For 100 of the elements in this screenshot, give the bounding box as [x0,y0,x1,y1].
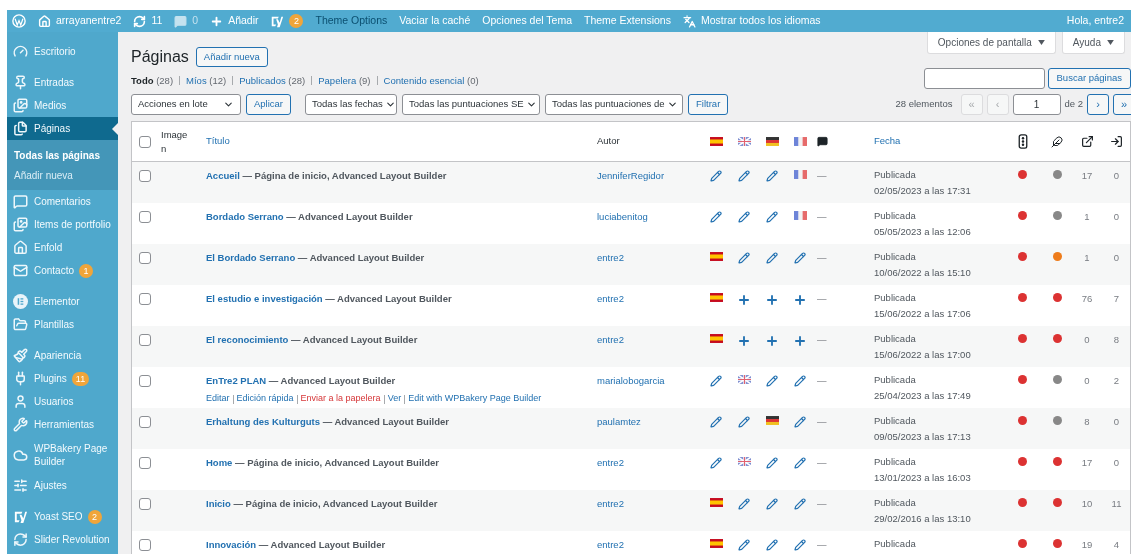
pencil-icon[interactable] [738,416,750,428]
pencil-icon[interactable] [766,457,778,469]
sidebar-item[interactable]: Items de portfolio [7,213,118,236]
toolbar-link[interactable]: Theme Options [315,13,388,29]
author-link[interactable]: entre2 [597,252,624,263]
pagination-button[interactable]: › [1087,94,1109,115]
checkbox[interactable] [139,375,151,387]
view-filter-link[interactable]: Míos (12) [186,73,227,88]
view-filter-link[interactable]: Contenido esencial (0) [383,73,479,88]
toolbar-link[interactable]: Vaciar la caché [399,13,471,29]
page-title-link[interactable]: EnTre2 PLAN [206,375,267,386]
checkbox[interactable] [139,539,151,551]
sidebar-item[interactable]: Apariencia [7,344,118,367]
submenu-item[interactable]: Todas las páginas [7,145,118,165]
pencil-icon[interactable] [738,170,750,182]
pencil-icon[interactable] [738,252,750,264]
pencil-icon[interactable] [794,498,806,510]
sidebar-item[interactable]: Páginas [7,117,118,140]
checkbox[interactable] [139,293,151,305]
sidebar-item[interactable]: Escritorio [7,40,118,63]
toolbar-item[interactable]: Añadir [210,13,259,29]
sidebar-item[interactable]: Comentarios [7,190,118,213]
page-number-field[interactable]: 1 [1012,94,1061,115]
sidebar-item[interactable]: Contacto 1 [7,259,118,282]
page-title-link[interactable]: El Bordado Serrano [206,252,296,263]
sidebar-item[interactable]: Plantillas [7,313,118,336]
pencil-icon[interactable] [766,170,778,182]
toolbar-link[interactable]: Theme Extensions [584,13,671,29]
plus-icon[interactable] [793,293,807,307]
row-action-link[interactable]: Edit with WPBakery Page Builder [408,392,542,406]
sidebar-item[interactable]: Enfold [7,236,118,259]
greeting[interactable]: Hola, entre2 [1066,13,1124,29]
row-action-link[interactable]: Edición rápida [236,392,294,406]
plus-icon[interactable] [765,293,779,307]
pencil-icon[interactable] [710,457,722,469]
checkbox[interactable] [139,135,151,148]
search-button[interactable]: Buscar páginas [1047,68,1131,89]
sidebar-item[interactable]: Slider Revolution [7,528,118,551]
author-link[interactable]: entre2 [597,498,624,509]
checkbox[interactable] [139,211,151,223]
sidebar-item[interactable]: Ajustes [7,474,118,497]
toolbar-item[interactable]: arrayanentre2 [38,13,122,29]
bulk-actions-select[interactable]: Acciones en lote [131,94,241,115]
checkbox[interactable] [139,334,151,346]
author-link[interactable]: entre2 [597,334,624,345]
checkbox[interactable] [139,252,151,264]
sidebar-item[interactable]: Medios [7,94,118,117]
checkbox[interactable] [139,498,151,510]
pencil-icon[interactable] [766,375,778,387]
author-link[interactable]: entre2 [597,539,624,550]
filter-select[interactable]: Todas las fechas [305,94,398,115]
pencil-icon[interactable] [794,416,806,428]
author-link[interactable]: entre2 [597,457,624,468]
page-title-link[interactable]: Bordado Serrano [206,211,284,222]
submenu-item[interactable]: Añadir nueva [7,165,118,185]
add-new-button[interactable]: Añadir nueva [195,47,268,67]
pencil-icon[interactable] [738,211,750,223]
page-title-link[interactable]: Erhaltung des Kulturguts [206,416,320,427]
pencil-icon[interactable] [766,211,778,223]
pencil-icon[interactable] [794,539,806,551]
pencil-icon[interactable] [738,539,750,551]
sidebar-item[interactable]: Entradas [7,71,118,94]
toolbar-item[interactable]: 11 [133,13,163,29]
pencil-icon[interactable] [794,375,806,387]
view-filter-link[interactable]: Papelera (9) [318,73,371,88]
row-action-link[interactable]: Enviar a la papelera [300,392,381,406]
filter-select[interactable]: Todas las puntuaciones de [545,94,684,115]
pencil-icon[interactable] [710,416,722,428]
plus-icon[interactable] [737,293,751,307]
view-filter-link[interactable]: Todo (28) [131,73,174,88]
checkbox[interactable] [139,457,151,469]
toolbar-link[interactable]: Opciones del Tema [482,13,572,29]
page-title-link[interactable]: Inicio [206,498,231,509]
filter-button[interactable]: Filtrar [688,94,729,115]
sidebar-item[interactable]: Yoast SEO 2 [7,505,118,528]
page-title-link[interactable]: El reconocimiento [206,334,289,345]
pencil-icon[interactable] [794,252,806,264]
pencil-icon[interactable] [738,498,750,510]
plus-icon[interactable] [765,334,779,348]
pencil-icon[interactable] [766,539,778,551]
apply-button[interactable]: Aplicar [246,94,292,115]
checkbox[interactable] [139,170,151,182]
sidebar-item[interactable]: Plugins 11 [7,367,118,390]
page-title-link[interactable]: El estudio e investigación [206,293,323,304]
author-link[interactable]: luciabenitog [597,211,648,222]
pencil-icon[interactable] [710,170,722,182]
logo-icon[interactable] [12,14,26,28]
sidebar-item[interactable]: Herramientas [7,413,118,436]
author-link[interactable]: paulamtez [597,416,641,427]
author-link[interactable]: JenniferRegidor [597,170,665,181]
toolbar-item[interactable]: Mostrar todos los idiomas [682,13,821,29]
screen-tab[interactable]: Opciones de pantalla [926,32,1056,54]
sidebar-item[interactable]: Elementor [7,290,118,313]
view-filter-link[interactable]: Publicados (28) [239,73,306,88]
filter-select[interactable]: Todas las puntuaciones SE [402,94,541,115]
column-header[interactable]: Título [206,135,230,147]
page-title-link[interactable]: Home [206,457,233,468]
page-title-link[interactable]: Innovación [206,539,257,550]
plus-icon[interactable] [737,334,751,348]
plus-icon[interactable] [793,334,807,348]
